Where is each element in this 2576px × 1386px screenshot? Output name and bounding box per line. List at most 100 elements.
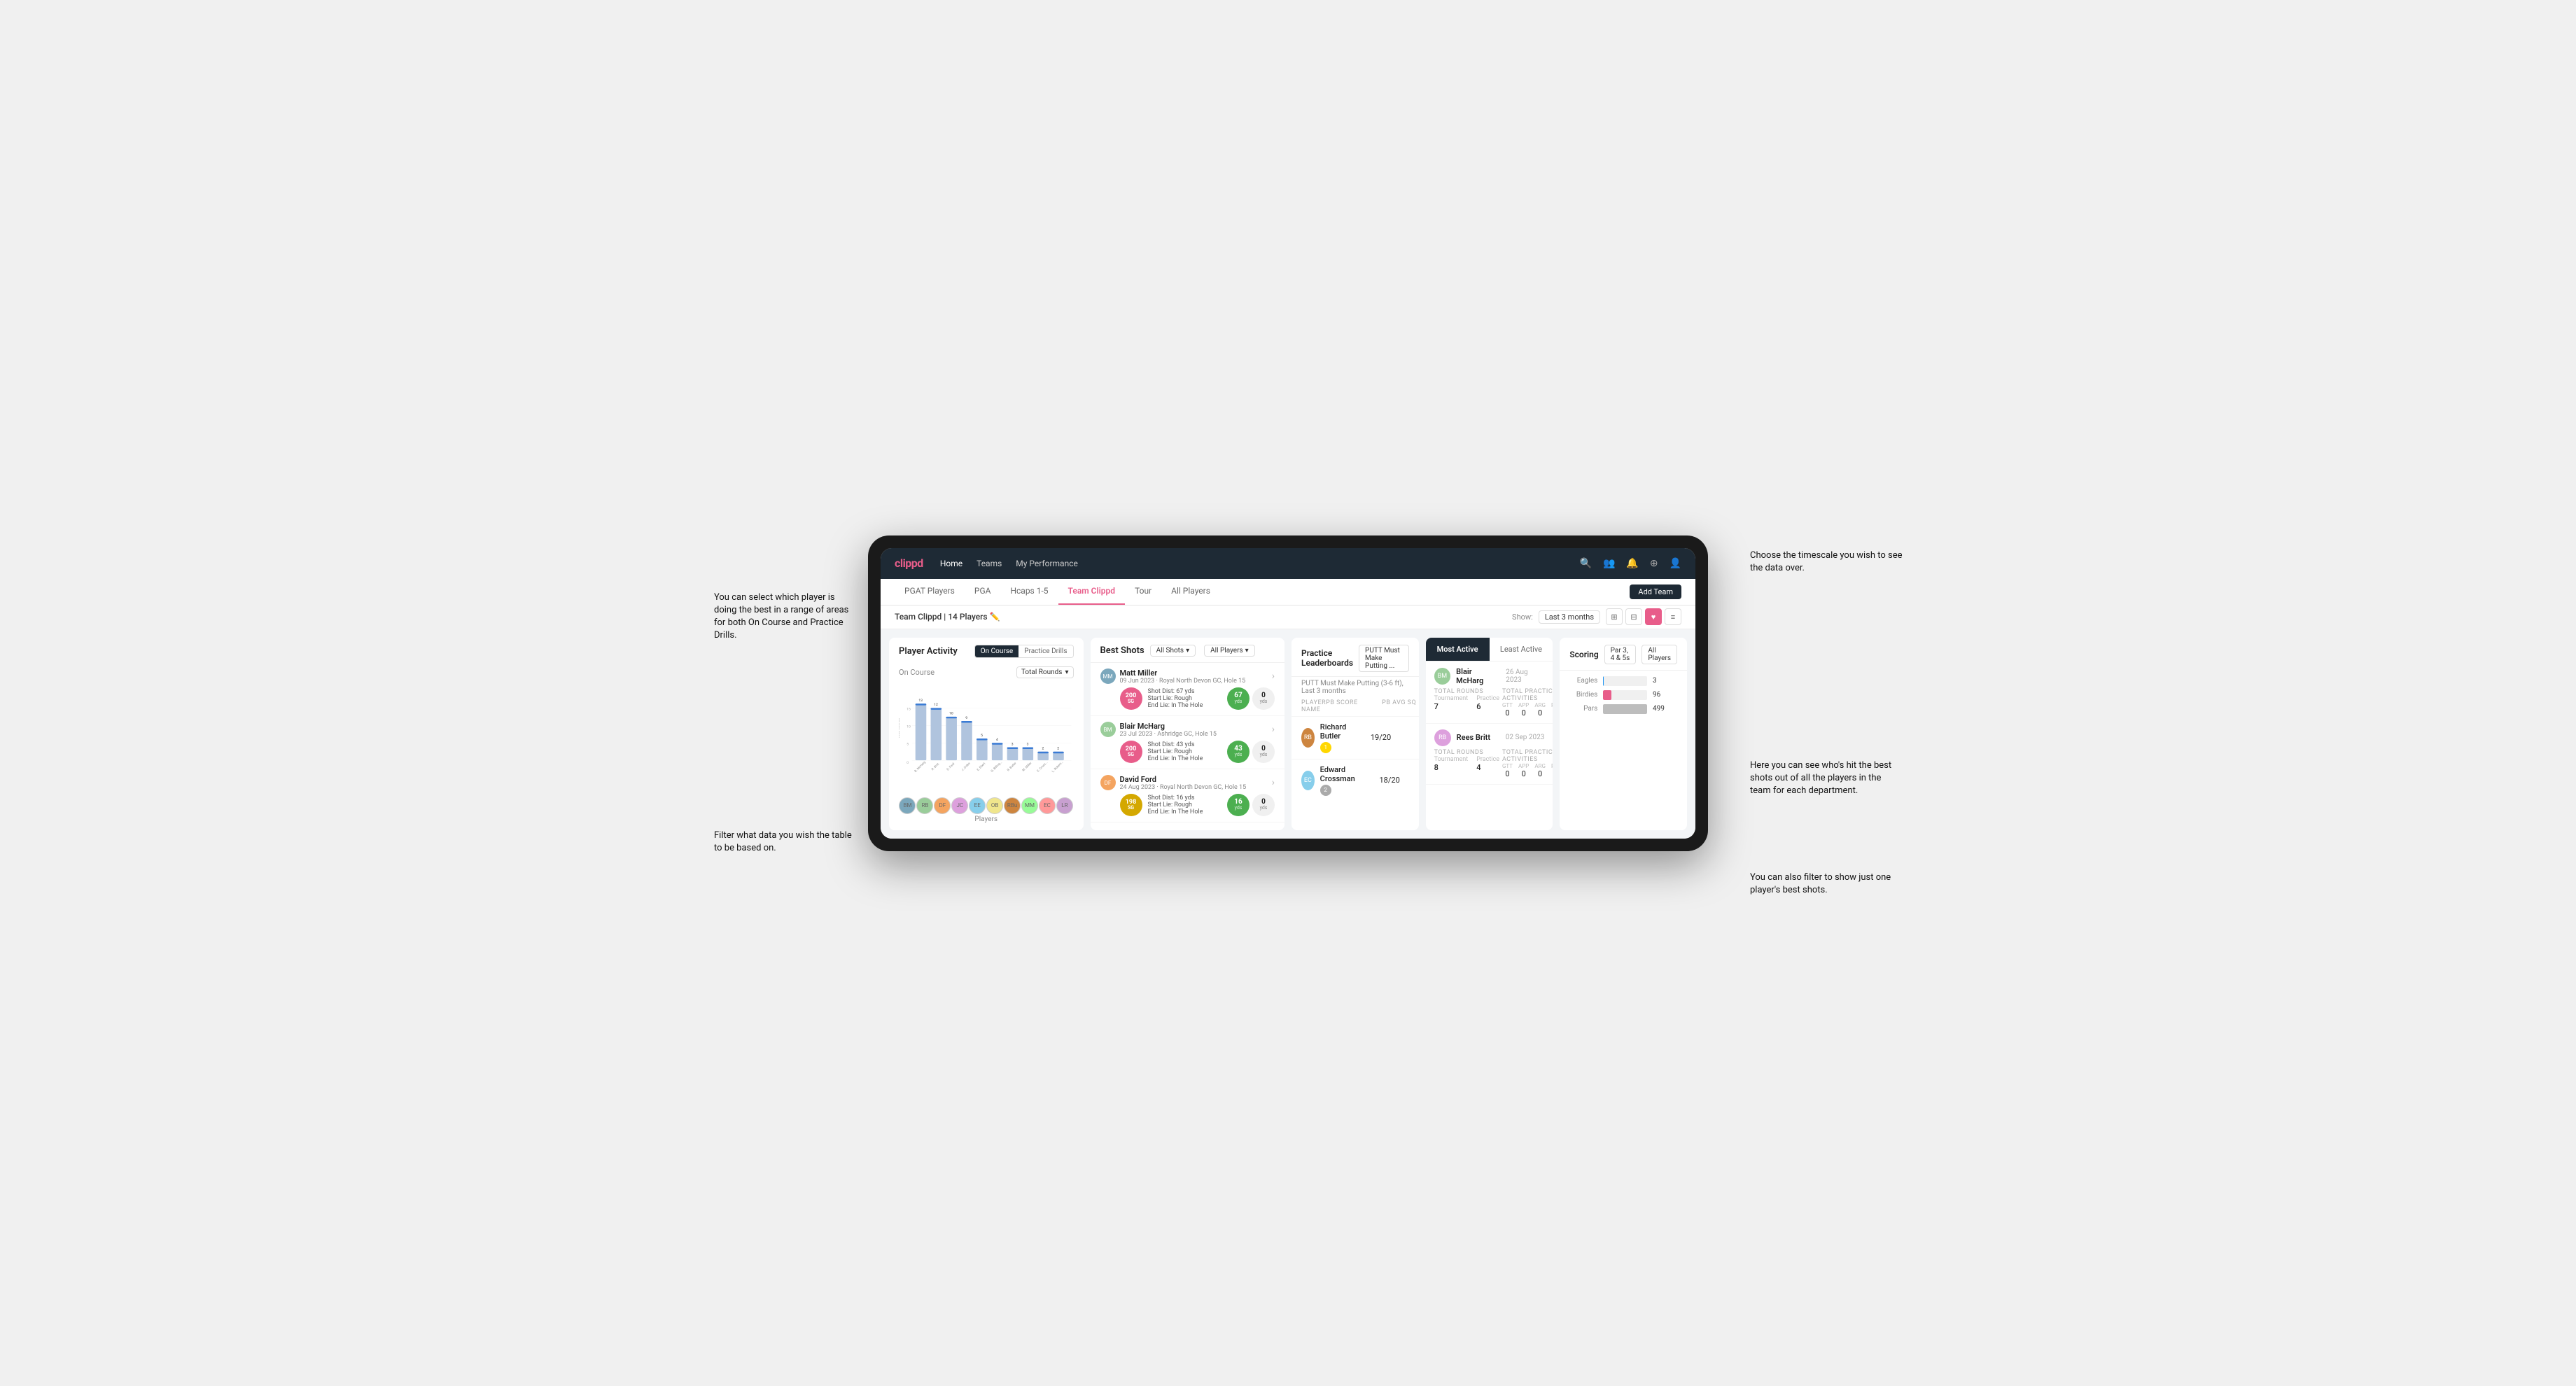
player-avatar-0[interactable]: BM (899, 797, 916, 814)
player-avatar-3[interactable]: JC (951, 797, 968, 814)
toggle-group: On Course Practice Drills (974, 645, 1074, 658)
pl-score-0: 19/20 (1353, 733, 1409, 742)
player-avatar-2[interactable]: DF (934, 797, 951, 814)
top-nav: clippd Home Teams My Performance 🔍 👥 🔔 ⊕… (881, 548, 1695, 579)
shot-details-row-0: 200 SG Shot Dist: 67 yds Start Lie: Roug… (1100, 687, 1275, 710)
svg-text:0: 0 (906, 761, 909, 765)
ma-stat-mini-row-0: GTT 0 APP 0 ARG (1502, 702, 1553, 718)
sc-filter-players[interactable]: All Players (1642, 645, 1677, 664)
svg-text:Total Rounds: Total Rounds (899, 718, 901, 738)
pl-avg-1: 107 (1418, 776, 1419, 785)
view-list-icon[interactable]: ≡ (1665, 608, 1681, 625)
sc-filter-par[interactable]: Par 3, 4 & 5s (1604, 645, 1637, 664)
nav-link-home[interactable]: Home (940, 559, 962, 568)
tab-team-clippd[interactable]: Team Clippd (1058, 578, 1125, 605)
player-activity-card: Player Activity On Course Practice Drill… (889, 638, 1084, 830)
bottom-row: Practice Leaderboards PUTT Must Make Put… (1292, 638, 1687, 830)
bar-chart-svg: 15 10 5 0 Total Rounds (899, 682, 1074, 794)
toggle-practice-drills[interactable]: Practice Drills (1018, 645, 1072, 657)
pl-player-1: EC Edward Crossman 2 (1301, 765, 1362, 796)
shot-details-row-2: 198 SG Shot Dist: 16 yds Start Lie: Roug… (1100, 794, 1275, 816)
shot-player-name-2: David Ford (1120, 775, 1268, 784)
chart-filter-chevron: ▾ (1065, 668, 1068, 676)
svg-text:10: 10 (949, 711, 953, 715)
svg-text:E. Cross...: E. Cross... (1037, 761, 1049, 773)
bell-icon[interactable]: 🔔 (1626, 558, 1638, 569)
shot-player-row-2: DF David Ford 24 Aug 2023 · Royal North … (1100, 775, 1275, 791)
ma-stat-practice-1: Practice 4 (1476, 756, 1499, 772)
shot-chevron-2[interactable]: › (1272, 777, 1275, 788)
show-select[interactable]: Last 3 months (1539, 610, 1600, 624)
view-heart-icon[interactable]: ♥ (1645, 608, 1662, 625)
ma-stats-1: Total Rounds Tournament 8 Practice (1434, 749, 1545, 778)
svg-text:R. Britt: R. Britt (931, 762, 940, 771)
annotation-mid-right: Here you can see who's hit the best shot… (1750, 760, 1904, 798)
ma-player-1: RB Rees Britt 02 Sep 2023 Total Rounds T… (1426, 724, 1553, 785)
tab-pga[interactable]: PGA (965, 578, 1001, 605)
shot-chevron-1[interactable]: › (1272, 724, 1275, 735)
team-header: Team Clippd | 14 Players ✏️ Show: Last 3… (881, 606, 1695, 629)
pl-row-0: RB Richard Butler 1 19/20 110 (1292, 716, 1419, 759)
all-players-filter[interactable]: All Players ▾ (1204, 645, 1255, 657)
svg-text:10: 10 (906, 724, 911, 729)
ma-stat-tourn-0: Tournament 7 (1434, 695, 1469, 711)
search-icon[interactable]: 🔍 (1580, 558, 1592, 569)
view-grid-icon[interactable]: ⊟ (1625, 608, 1642, 625)
tab-tour[interactable]: Tour (1125, 578, 1161, 605)
all-players-chevron: ▾ (1245, 647, 1249, 654)
all-shots-filter[interactable]: All Shots ▾ (1150, 645, 1196, 657)
player-avatar-9[interactable]: LR (1056, 797, 1073, 814)
nav-links: Home Teams My Performance (940, 559, 1563, 568)
nav-link-myperformance[interactable]: My Performance (1016, 559, 1078, 568)
sc-bar-fill-birdies (1603, 690, 1611, 700)
player-avatar-4[interactable]: EE (969, 797, 986, 814)
sc-bar-track-eagles (1603, 676, 1647, 686)
pl-header: Practice Leaderboards PUTT Must Make Put… (1292, 638, 1419, 677)
tab-all-players[interactable]: All Players (1161, 578, 1220, 605)
svg-text:12: 12 (934, 703, 938, 707)
ma-mini-putt-1: PUTT 0 (1551, 763, 1553, 778)
svg-text:O. Billing...: O. Billing... (990, 760, 1003, 773)
tab-most-active[interactable]: Most Active (1426, 638, 1490, 661)
shot-player-sub-2: 24 Aug 2023 · Royal North Devon GC, Hole… (1120, 784, 1268, 791)
player-avatar-5[interactable]: OB (986, 797, 1003, 814)
player-avatar-1[interactable]: RB (916, 797, 933, 814)
player-avatar-6[interactable]: RBu (1004, 797, 1021, 814)
tab-hcaps[interactable]: Hcaps 1-5 (1000, 578, 1058, 605)
team-name: Team Clippd | 14 Players ✏️ (895, 612, 1000, 622)
ma-mini-putt-0: PUTT 1 (1551, 702, 1553, 718)
sub-nav: PGAT Players PGA Hcaps 1-5 Team Clippd T… (881, 579, 1695, 606)
tablet-screen: clippd Home Teams My Performance 🔍 👥 🔔 ⊕… (881, 548, 1695, 839)
view-grid2-icon[interactable]: ⊞ (1606, 608, 1623, 625)
shot-stats-text-1: Shot Dist: 43 yds Start Lie: Rough End L… (1148, 741, 1222, 762)
player-avatar-8[interactable]: EC (1039, 797, 1056, 814)
sc-bar-fill-pars (1603, 704, 1647, 714)
toggle-on-course[interactable]: On Course (975, 645, 1018, 657)
user-avatar-icon[interactable]: 👤 (1670, 558, 1681, 569)
pl-sub: PUTT Must Make Putting (3-6 ft), Last 3 … (1292, 677, 1419, 696)
users-icon[interactable]: 👥 (1603, 558, 1615, 569)
tab-least-active[interactable]: Least Active (1490, 638, 1553, 661)
annotation-top-left: You can select which player is doing the… (714, 592, 854, 643)
shot-yds-group-1: 43 yds 0 yds (1227, 741, 1275, 763)
pl-filter[interactable]: PUTT Must Make Putting ... (1359, 645, 1409, 672)
ma-stat-practice-label-1: Total Practice Activities (1502, 749, 1553, 763)
player-avatars: BM RB DF JC EE OB RBu MM EC LR (899, 794, 1074, 814)
plus-circle-icon[interactable]: ⊕ (1650, 558, 1658, 569)
player-activity-title: Player Activity (899, 646, 958, 657)
chart-subtitle: On Course (899, 668, 934, 677)
shot-chevron-0[interactable]: › (1272, 671, 1275, 682)
ma-stat-mini-row-1: GTT 0 APP 0 ARG (1502, 763, 1553, 778)
nav-link-teams[interactable]: Teams (976, 559, 1002, 568)
svg-text:15: 15 (906, 707, 911, 711)
nav-logo: clippd (895, 556, 923, 570)
tab-pgat-players[interactable]: PGAT Players (895, 578, 965, 605)
player-avatar-7[interactable]: MM (1021, 797, 1038, 814)
chart-filter[interactable]: Total Rounds ▾ (1016, 666, 1074, 678)
annotation-bottom-right: You can also filter to show just one pla… (1750, 872, 1904, 897)
shot-badge-0: 200 SG (1120, 687, 1142, 710)
add-team-button[interactable]: Add Team (1630, 584, 1681, 599)
shot-avatar-0: MM (1100, 668, 1116, 684)
svg-text:5: 5 (906, 742, 909, 746)
ma-stat-practice-act-0: Total Practice Activities GTT 0 APP (1502, 688, 1553, 718)
